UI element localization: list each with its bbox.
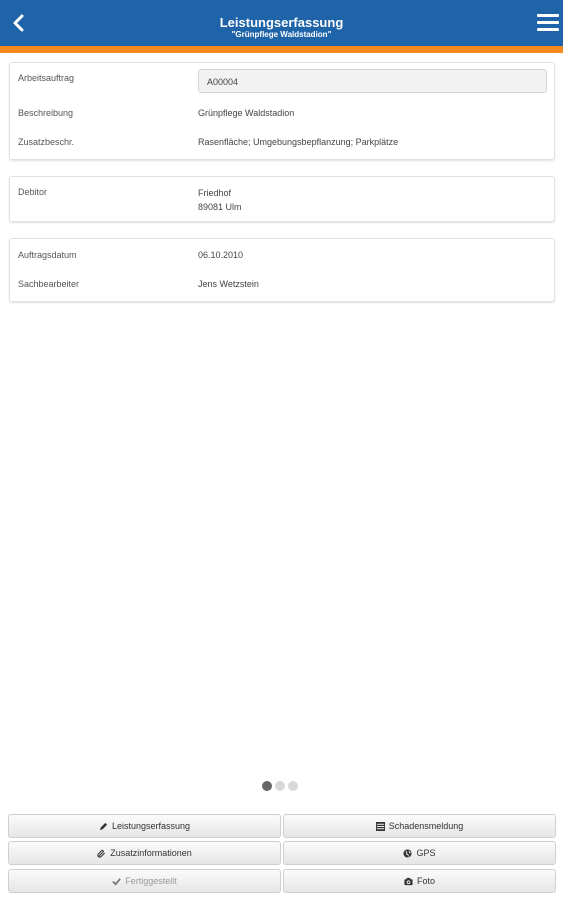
order-date-value: 06.10.2010 [198, 250, 244, 260]
back-button[interactable] [6, 10, 30, 36]
pencil-icon [99, 822, 108, 830]
gps-label: GPS [416, 848, 436, 858]
list-icon [375, 821, 385, 831]
order-card: Arbeitsauftrag A00004 Beschreibung Grünp… [9, 62, 555, 160]
clerk-label: Sachbearbeiter [18, 279, 80, 289]
order-date-label: Auftragsdatum [18, 250, 77, 260]
menu-button[interactable] [537, 14, 559, 34]
debtor-value: Friedhof 89081 Ulm [198, 186, 242, 214]
order-details-card: Auftragsdatum 06.10.2010 Sachbearbeiter … [9, 238, 555, 302]
leistungserfassung-button[interactable]: Leistungserfassung [8, 814, 281, 838]
globe-icon [403, 848, 413, 858]
app-header: Leistungserfassung "Grünpflege Waldstadi… [0, 0, 563, 46]
order-label: Arbeitsauftrag [18, 73, 75, 83]
hamburger-line [537, 21, 559, 24]
extra-description-value: Rasenfläche; Umgebungsbepflanzung; Parkp… [198, 137, 399, 147]
hamburger-line [537, 28, 559, 31]
debtor-address: 89081 Ulm [198, 202, 242, 212]
paperclip-icon [97, 849, 106, 858]
extra-description-label: Zusatzbeschr. [18, 137, 75, 147]
foto-label: Foto [416, 876, 435, 886]
camera-icon [404, 877, 413, 885]
page-dot-2[interactable] [275, 781, 285, 791]
debtor-card: Debitor Friedhof 89081 Ulm [9, 176, 555, 222]
description-value: Grünpflege Waldstadion [198, 108, 295, 118]
page-subtitle: "Grünpflege Waldstadion" [231, 30, 332, 39]
header-accent-bar [0, 46, 563, 53]
fertiggestellt-label: Fertiggestellt [125, 876, 177, 886]
page-title: Leistungserfassung [219, 15, 344, 30]
clerk-value: Jens Wetzstein [198, 279, 259, 289]
schadensmeldung-button[interactable]: Schadensmeldung [283, 814, 556, 838]
schadensmeldung-label: Schadensmeldung [388, 821, 464, 831]
title-block: Leistungserfassung "Grünpflege Waldstadi… [100, 16, 463, 40]
fertiggestellt-button[interactable]: Fertiggestellt [8, 869, 281, 893]
chevron-left-icon [13, 14, 24, 32]
leistungserfassung-label: Leistungserfassung [111, 821, 191, 831]
zusatzinformationen-button[interactable]: Zusatzinformationen [8, 841, 281, 865]
foto-button[interactable]: Foto [283, 869, 556, 893]
debtor-label: Debitor [18, 187, 48, 197]
hamburger-menu-icon [537, 14, 559, 17]
gps-button[interactable]: GPS [283, 841, 556, 865]
page-indicator [262, 781, 298, 791]
checkmark-icon [112, 877, 122, 886]
order-number-field[interactable]: A00004 [198, 69, 547, 93]
debtor-name: Friedhof [198, 188, 232, 198]
zusatzinformationen-label: Zusatzinformationen [110, 848, 192, 858]
page-dot-3[interactable] [288, 781, 298, 791]
page-dot-1[interactable] [262, 781, 272, 791]
description-label: Beschreibung [18, 108, 74, 118]
